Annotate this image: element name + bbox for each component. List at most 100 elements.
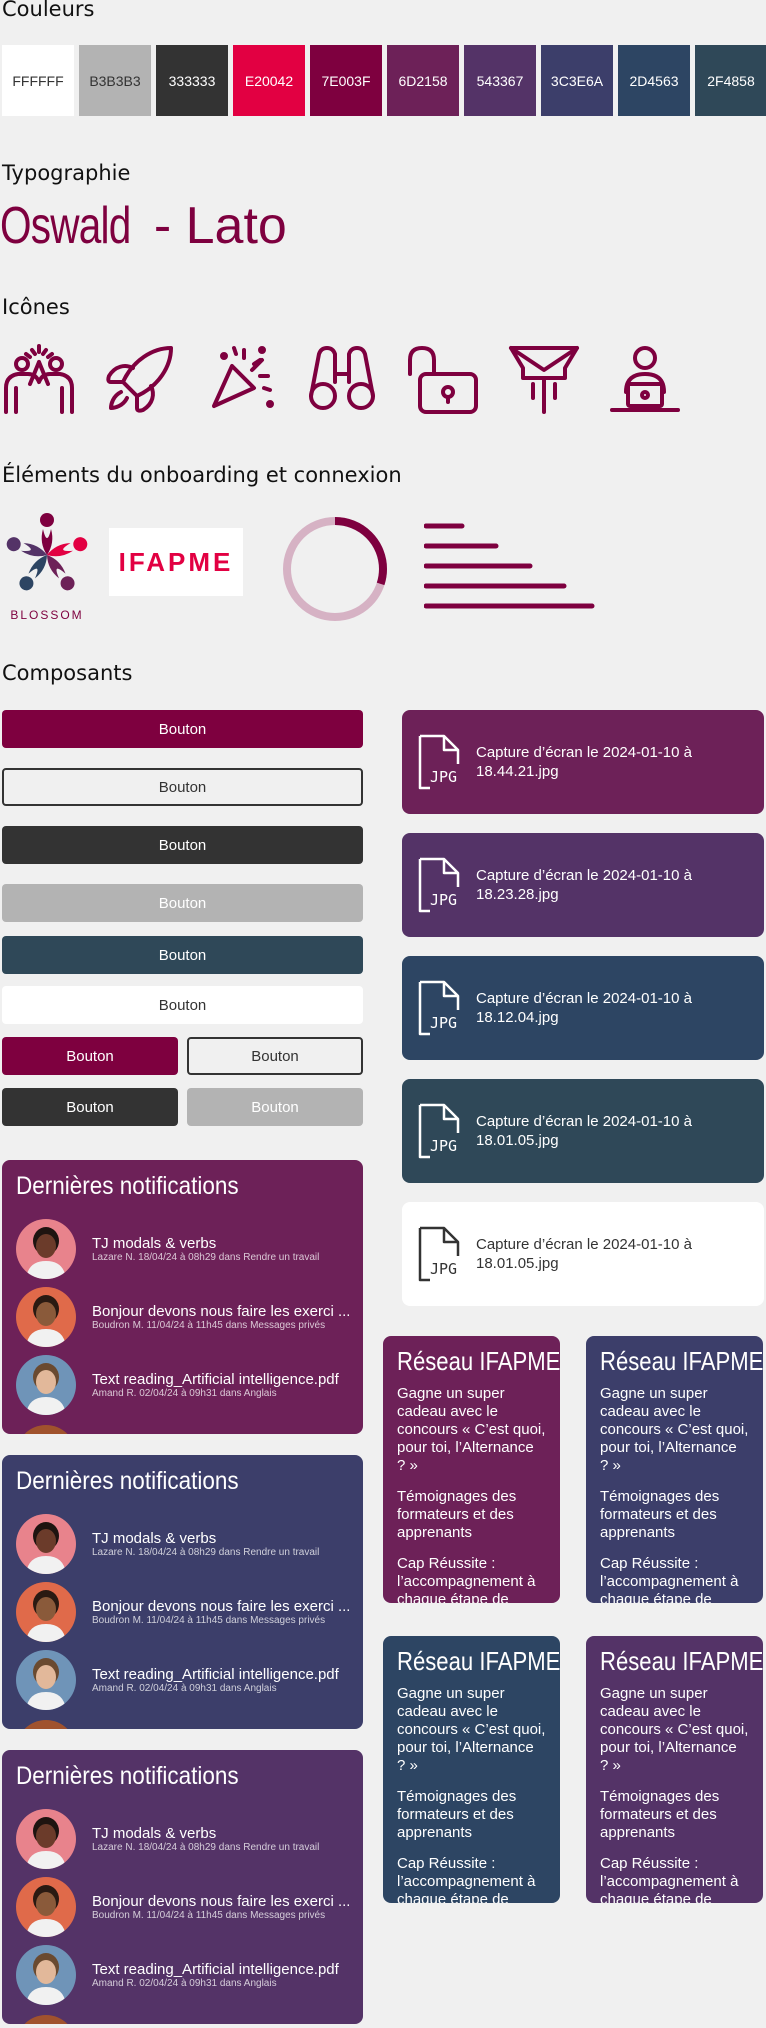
color-swatch: B3B3B3 <box>79 45 151 116</box>
file-type-badge: JPG <box>430 1260 458 1278</box>
avatar <box>16 1809 76 1869</box>
card-link[interactable]: Témoignages des formateurs et des appren… <box>600 1788 749 1842</box>
outline-button[interactable]: Bouton <box>2 768 363 806</box>
card-link[interactable]: Gagne un super cadeau avec le concours «… <box>600 1385 749 1475</box>
color-swatch: 6D2158 <box>387 45 459 116</box>
notification-item[interactable]: Text reading_Artificial intelligence.pdf… <box>16 1646 349 1714</box>
color-palette: FFFFFF B3B3B3 333333 E20042 7E003F 6D2158 5433… <box>2 45 766 116</box>
card-link[interactable]: Gagne un super cadeau avec le concours «… <box>397 1685 546 1775</box>
notification-title: Text reading_Artificial intelligence.pdf <box>92 1371 339 1388</box>
notification-title: Bonjour devons nous faire les exerci ... <box>92 1303 349 1320</box>
color-swatch: 333333 <box>156 45 228 116</box>
card-link[interactable]: Gagne un super cadeau avec le concours «… <box>600 1685 749 1775</box>
card-link[interactable]: Témoignages des formateurs et des appren… <box>397 1788 546 1842</box>
notifications-panel: Dernières notifications TJ modals & verbs… <box>2 1455 363 1729</box>
ifapme-logo-text: IFAPME <box>118 546 234 577</box>
network-card[interactable]: Réseau IFAPME Gagne un super cadeau avec … <box>383 1636 560 1903</box>
file-name: Capture d’écran le 2024-01-10 à 18.01.05… <box>476 1113 692 1149</box>
file-name: Capture d’écran le 2024-01-10 à 18.01.05… <box>476 1236 692 1272</box>
card-link[interactable]: Témoignages des formateurs et des appren… <box>397 1488 546 1542</box>
network-card[interactable]: Réseau IFAPME Gagne un super cadeau avec … <box>586 1336 763 1603</box>
avatar <box>16 1514 76 1574</box>
outline-half-button[interactable]: Bouton <box>187 1037 363 1075</box>
avatar <box>16 1355 76 1415</box>
notification-text: Bonjour devons nous faire les exerci ...… <box>92 1893 349 1921</box>
card-title: Réseau IFAPME <box>397 1646 560 1676</box>
file-attachment[interactable]: JPG Capture d’écran le 2024-01-10 à 18.44… <box>402 710 764 814</box>
network-card[interactable]: Réseau IFAPME Gagne un super cadeau avec … <box>586 1636 763 1903</box>
file-name: Capture d’écran le 2024-01-10 à 18.12.04… <box>476 990 692 1026</box>
notifications-title: Dernières notifications <box>16 1762 239 1790</box>
card-link[interactable]: Gagne un super cadeau avec le concours «… <box>397 1385 546 1475</box>
loading-spinner <box>283 517 387 621</box>
white-button[interactable]: Bouton <box>2 986 363 1024</box>
notification-title: Text reading_Artificial intelligence.pdf <box>92 1961 339 1978</box>
person-laptop-icon <box>610 346 680 412</box>
notification-text: Text reading_Artificial intelligence.pdf… <box>92 1666 339 1694</box>
color-swatch: 7E003F <box>310 45 382 116</box>
font-separator: - <box>139 197 186 255</box>
rocket-icon <box>106 346 173 413</box>
notification-text: TJ modals & verbs Lazare N. 18/04/24 à 08… <box>92 1825 319 1853</box>
notification-title: Text reading_Artificial intelligence.pdf <box>92 1666 339 1683</box>
celebration-icon <box>212 346 274 408</box>
dark-button[interactable]: Bouton <box>2 826 363 864</box>
notification-meta: Amand R. 02/04/24 à 09h31 dans Anglais <box>92 1683 277 1694</box>
team-celebration-icon <box>4 344 74 414</box>
card-link[interactable]: Cap Réussite : l’accompagnement à chaque… <box>600 1855 749 1903</box>
disabled-half-button[interactable]: Bouton <box>187 1088 363 1126</box>
card-link[interactable]: Cap Réussite : l’accompagnement à chaque… <box>600 1555 749 1603</box>
notification-item[interactable]: TJ modals & verbs Lazare N. 18/04/24 à 08… <box>16 1805 349 1873</box>
notification-item[interactable]: Bonjour devons nous faire les exerci ...… <box>16 1283 349 1351</box>
file-name: Capture d’écran le 2024-01-10 à 18.44.21… <box>476 744 692 780</box>
notification-title: TJ modals & verbs <box>92 1235 217 1252</box>
dark-half-button[interactable]: Bouton <box>2 1088 178 1126</box>
jpg-file-icon: JPG <box>416 734 464 790</box>
color-swatch: 543367 <box>464 45 536 116</box>
file-attachment[interactable]: JPG Capture d’écran le 2024-01-10 à 18.23… <box>402 833 764 937</box>
binoculars-icon <box>309 346 375 410</box>
notifications-title: Dernières notifications <box>16 1172 239 1200</box>
components-heading: Composants <box>2 661 133 685</box>
primary-button[interactable]: Bouton <box>2 710 363 748</box>
avatar <box>16 1720 76 1729</box>
card-link[interactable]: Témoignages des formateurs et des appren… <box>600 1488 749 1542</box>
file-type-badge: JPG <box>430 768 458 786</box>
color-swatch: FFFFFF <box>2 45 74 116</box>
teal-button[interactable]: Bouton <box>2 936 363 974</box>
avatar <box>16 1582 76 1642</box>
file-attachment[interactable]: JPG Capture d’écran le 2024-01-10 à 18.12… <box>402 956 764 1060</box>
notification-item[interactable]: Text reading_Artificial intelligence.pdf… <box>16 1941 349 2009</box>
avatar <box>16 1945 76 2005</box>
notification-text: Text reading_Artificial intelligence.pdf… <box>92 1371 339 1399</box>
card-title: Réseau IFAPME <box>600 1646 763 1676</box>
card-link[interactable]: Cap Réussite : l’accompagnement à chaque… <box>397 1855 546 1903</box>
notification-title: Bonjour devons nous faire les exerci ... <box>92 1893 349 1910</box>
avatar <box>16 1425 76 1434</box>
notification-text: TJ modals & verbs Lazare N. 18/04/24 à 08… <box>92 1530 319 1558</box>
notification-item[interactable]: Text reading_Artificial intelligence.pdf… <box>16 1351 349 1419</box>
notification-item[interactable]: TJ modals & verbs Lazare N. 18/04/24 à 08… <box>16 1215 349 1283</box>
notification-item[interactable]: Bonjour devons nous faire les exerci ...… <box>16 1578 349 1646</box>
file-type-badge: JPG <box>430 1137 458 1155</box>
notifications-title: Dernières notifications <box>16 1467 239 1495</box>
avatar <box>16 1877 76 1937</box>
icons-heading: Icônes <box>2 295 70 319</box>
typography-heading: Typographie <box>2 161 131 185</box>
disabled-button[interactable]: Bouton <box>2 884 363 922</box>
notification-item[interactable]: TJ modals & verbs Lazare N. 18/04/24 à 08… <box>16 1510 349 1578</box>
colors-heading: Couleurs <box>2 0 95 21</box>
file-attachment[interactable]: JPG Capture d’écran le 2024-01-10 à 18.01… <box>402 1202 764 1306</box>
typography-sample: Oswald - Lato <box>0 196 287 256</box>
primary-half-button[interactable]: Bouton <box>2 1037 178 1075</box>
network-card[interactable]: Réseau IFAPME Gagne un super cadeau avec … <box>383 1336 560 1603</box>
notification-item[interactable]: Bonjour devons nous faire les exerci ...… <box>16 1873 349 1941</box>
mail-rocket-icon <box>509 346 579 414</box>
notification-text: Bonjour devons nous faire les exerci ...… <box>92 1303 349 1331</box>
card-link[interactable]: Cap Réussite : l’accompagnement à chaque… <box>397 1555 546 1603</box>
notification-meta: Lazare N. 18/04/24 à 08h29 dans Rendre u… <box>92 1842 320 1853</box>
card-title: Réseau IFAPME <box>397 1346 560 1376</box>
file-attachment[interactable]: JPG Capture d’écran le 2024-01-10 à 18.01… <box>402 1079 764 1183</box>
notification-text: TJ modals & verbs Lazare N. 18/04/24 à 08… <box>92 1235 319 1263</box>
ifapme-logo: IFAPME <box>109 528 243 596</box>
